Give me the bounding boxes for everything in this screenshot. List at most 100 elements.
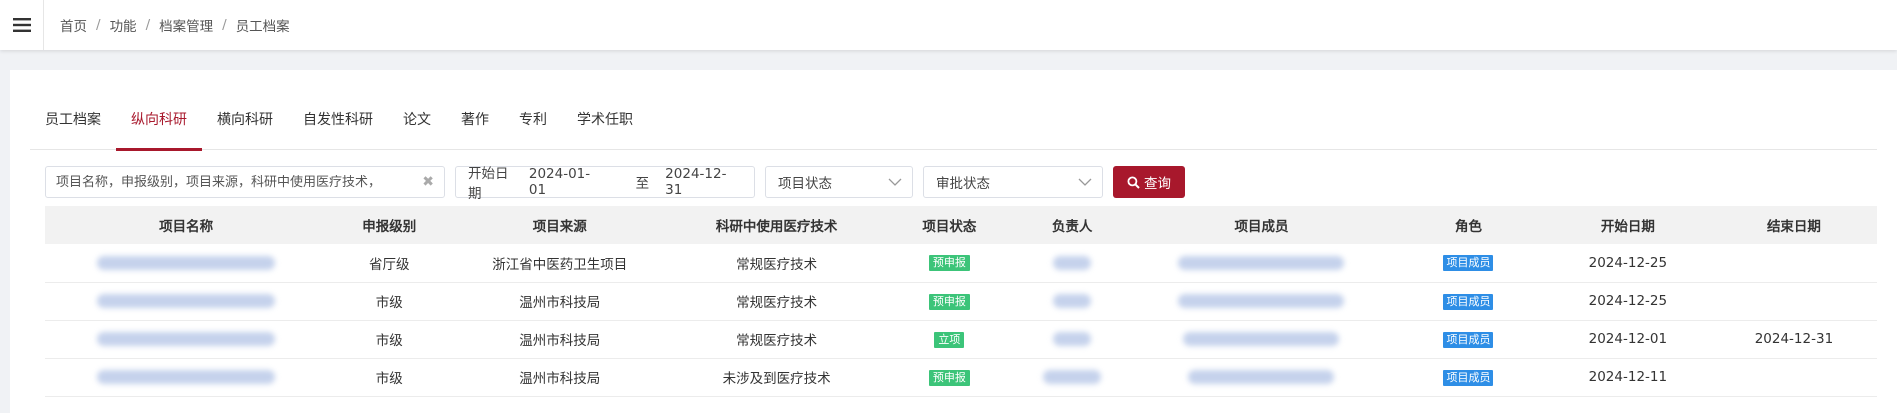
tab-academic-positions[interactable]: 学术任职: [562, 100, 648, 150]
chevron-down-icon: [1078, 178, 1092, 186]
tab-spontaneous-research[interactable]: 自发性科研: [288, 100, 388, 150]
header-start-date: 开始日期: [1600, 219, 1655, 235]
role-cell: 项目成员: [1392, 320, 1545, 358]
top-bar: 首页 / 功能 / 档案管理 / 员工档案: [0, 0, 1897, 50]
search-input[interactable]: [56, 174, 419, 190]
header-medical-tech: 科研中使用医疗技术: [715, 219, 838, 235]
medical-tech-cell: 未涉及到医疗技术: [722, 371, 831, 387]
date-end-value[interactable]: 2024-12-31: [665, 166, 742, 198]
role-cell: 项目成员: [1392, 358, 1545, 396]
tab-patents[interactable]: 专利: [504, 100, 562, 150]
header-members: 项目成员: [1234, 219, 1289, 235]
source-cell: 温州市科技局: [519, 333, 601, 349]
approval-status-select[interactable]: 审批状态: [923, 166, 1103, 198]
status-badge: 立项: [934, 331, 965, 348]
chevron-down-icon: [888, 178, 902, 186]
redacted-members: [1188, 370, 1335, 384]
approval-status-placeholder: 审批状态: [936, 176, 990, 192]
redacted-members: [1178, 255, 1345, 270]
clear-icon[interactable]: ✖: [422, 174, 434, 190]
header-role: 角色: [1454, 219, 1482, 235]
menu-toggle-button[interactable]: [0, 0, 44, 50]
medical-tech-cell: 常规医疗技术: [736, 295, 818, 311]
start-date-cell: 2024-12-01: [1588, 331, 1668, 347]
project-name-cell: [45, 244, 327, 282]
project-status-select[interactable]: 项目状态: [765, 166, 913, 198]
members-cell: [1131, 282, 1392, 320]
status-badge: 预申报: [928, 369, 970, 386]
project-name-cell: [45, 282, 327, 320]
table-row[interactable]: 市级 温州市科技局 常规医疗技术 立项 项目成员 2024-12-01 2024…: [45, 320, 1877, 358]
header-end-date: 结束日期: [1766, 219, 1821, 235]
end-date-cell: [1711, 244, 1877, 282]
level-cell: 省厅级: [369, 256, 410, 273]
research-table: 项目名称 申报级别 项目来源 科研中使用医疗技术 项目状态 负责人 项目成员 角…: [45, 206, 1877, 397]
breadcrumb-separator: /: [96, 17, 101, 33]
source-cell: 温州市科技局: [519, 295, 601, 311]
table-row[interactable]: 省厅级 浙江省中医药卫生项目 常规医疗技术 预申报 项目成员 2024-12-2…: [45, 244, 1877, 282]
date-range-separator: 至: [635, 176, 650, 192]
members-cell: [1131, 320, 1392, 358]
end-date-cell: [1711, 358, 1877, 396]
hamburger-icon: [12, 18, 31, 32]
status-badge: 预申报: [928, 255, 970, 272]
medical-tech-cell: 常规医疗技术: [736, 333, 818, 349]
breadcrumb: 首页 / 功能 / 档案管理 / 员工档案: [60, 15, 290, 35]
start-date-cell: 2024-12-25: [1588, 254, 1668, 271]
header-project-status: 项目状态: [922, 219, 977, 235]
redacted-project-name: [97, 332, 276, 346]
project-name-cell: [45, 320, 327, 358]
table-header-row: 项目名称 申报级别 项目来源 科研中使用医疗技术 项目状态 负责人 项目成员 角…: [45, 206, 1877, 244]
redacted-leader: [1053, 332, 1092, 346]
end-date-cell: [1711, 282, 1877, 320]
role-badge: 项目成员: [1443, 331, 1494, 348]
breadcrumb-separator: /: [222, 17, 227, 33]
redacted-leader: [1053, 294, 1092, 308]
redacted-project-name: [97, 370, 276, 384]
header-level: 申报级别: [362, 219, 417, 235]
source-cell: 温州市科技局: [519, 371, 601, 387]
table-row[interactable]: 市级 温州市科技局 未涉及到医疗技术 预申报 项目成员 2024-12-11: [45, 358, 1877, 396]
tab-horizontal-research[interactable]: 横向科研: [202, 100, 288, 150]
role-cell: 项目成员: [1392, 282, 1545, 320]
filter-bar: ✖ 开始日期 2024-01-01 至 2024-12-31 项目状态 审批状态…: [45, 166, 1185, 202]
content-card: 员工档案 纵向科研 横向科研 自发性科研 论文 著作 专利 学术任职 ✖ 开始日…: [10, 70, 1897, 413]
status-badge: 预申报: [928, 293, 970, 310]
role-badge: 项目成员: [1443, 369, 1494, 386]
search-icon: [1127, 176, 1140, 189]
members-cell: [1131, 358, 1392, 396]
query-button[interactable]: 查询: [1113, 166, 1185, 198]
redacted-leader: [1043, 370, 1102, 384]
redacted-members: [1183, 332, 1340, 346]
breadcrumb-archive-management[interactable]: 档案管理: [159, 15, 213, 35]
role-badge: 项目成员: [1443, 255, 1494, 272]
start-date-cell: 2024-12-25: [1588, 293, 1668, 309]
members-cell: [1131, 244, 1392, 282]
project-status-cell: 预申报: [885, 282, 1013, 320]
breadcrumb-home[interactable]: 首页: [60, 15, 87, 35]
search-box: ✖: [45, 166, 445, 198]
tab-papers[interactable]: 论文: [388, 100, 446, 150]
tab-vertical-research[interactable]: 纵向科研: [116, 100, 202, 151]
table-row[interactable]: 市级 温州市科技局 常规医疗技术 预申报 项目成员 2024-12-25: [45, 282, 1877, 320]
level-cell: 市级: [375, 333, 403, 349]
medical-tech-cell: 常规医疗技术: [736, 256, 818, 273]
date-range-label: 开始日期: [468, 166, 509, 202]
role-cell: 项目成员: [1392, 244, 1545, 282]
end-date-cell: 2024-12-31: [1754, 331, 1834, 347]
project-status-placeholder: 项目状态: [778, 176, 832, 192]
project-name-cell: [45, 358, 327, 396]
header-source: 项目来源: [532, 219, 587, 235]
date-start-value[interactable]: 2024-01-01: [529, 166, 606, 198]
tab-books[interactable]: 著作: [446, 100, 504, 150]
role-badge: 项目成员: [1443, 293, 1494, 310]
header-project-name: 项目名称: [159, 219, 214, 235]
project-status-cell: 预申报: [885, 244, 1013, 282]
tab-employee-archive[interactable]: 员工档案: [30, 100, 116, 150]
date-range-picker[interactable]: 开始日期 2024-01-01 至 2024-12-31: [455, 166, 755, 202]
project-status-cell: 预申报: [885, 358, 1013, 396]
breadcrumb-function[interactable]: 功能: [110, 15, 137, 35]
redacted-project-name: [97, 294, 276, 308]
leader-cell: [1014, 358, 1131, 396]
tab-bar: 员工档案 纵向科研 横向科研 自发性科研 论文 著作 专利 学术任职: [30, 100, 1877, 151]
